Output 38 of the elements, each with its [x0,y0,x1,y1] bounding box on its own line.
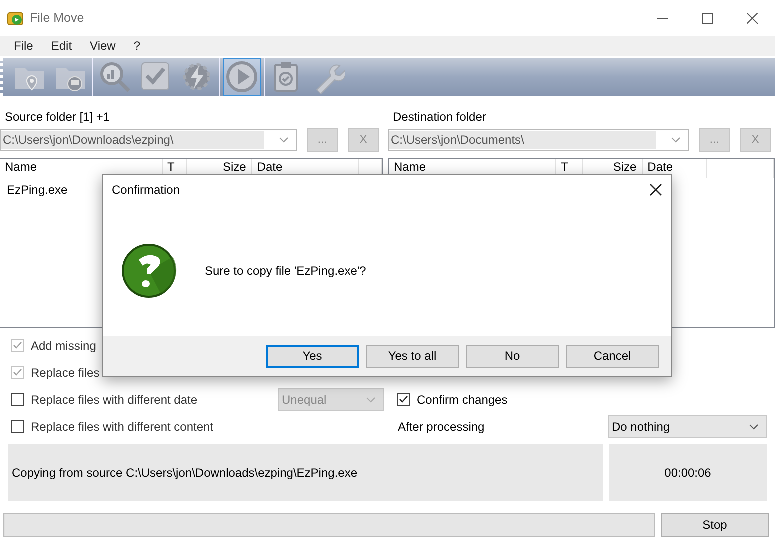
caret-icon [670,136,682,144]
dialog-button[interactable]: Yes [266,344,359,368]
option-label: Add missing [31,338,96,352]
caret-icon [278,136,290,144]
checkbox[interactable] [397,393,410,406]
dialog-button[interactable]: Yes to all [366,344,459,368]
caret-icon [365,396,377,404]
play-icon[interactable] [223,58,261,96]
dialog-button[interactable]: No [466,344,559,368]
window-title: File Move [30,11,86,25]
option-label: Replace files [31,366,100,380]
close-icon[interactable] [747,12,758,24]
checkbox[interactable] [11,393,24,406]
option-label: Confirm changes [417,392,508,406]
maximize-icon[interactable] [702,12,713,24]
question-mark-icon [121,242,177,298]
menu-item[interactable]: View [82,39,124,53]
dialog-button[interactable]: Cancel [566,344,659,368]
menu-item[interactable]: Edit [43,39,80,53]
after-processing-label: After processing [398,420,485,434]
elapsed-time: 00:00:06 [609,444,767,501]
option-label: Replace files with different date [31,392,198,406]
dialog-message: Sure to copy file 'EzPing.exe'? [205,264,366,278]
path-combobox[interactable]: C:\Users\jon\Documents\ [388,129,689,151]
caret-icon [748,422,760,430]
option-label: Replace files with different content [31,420,214,434]
stop-button[interactable]: Stop [661,513,769,537]
file-name[interactable]: EzPing.exe [0,178,75,202]
after-processing-dropdown[interactable]: Do nothing [608,415,767,438]
path-combobox[interactable]: C:\Users\jon\Downloads\ezping\ [0,129,297,151]
status-message: Copying from source C:\Users\jon\Downloads\ezping\EzPing.exe [8,444,603,501]
dialog-title: Confirmation [112,183,180,197]
menu-item[interactable]: File [6,39,42,53]
close-icon[interactable] [650,184,662,196]
folder-label: Destination folder [392,109,488,126]
menu-item[interactable]: ? [126,39,149,53]
folder-label: Source folder [1] +1 [4,109,112,126]
checkbox[interactable] [11,420,24,433]
